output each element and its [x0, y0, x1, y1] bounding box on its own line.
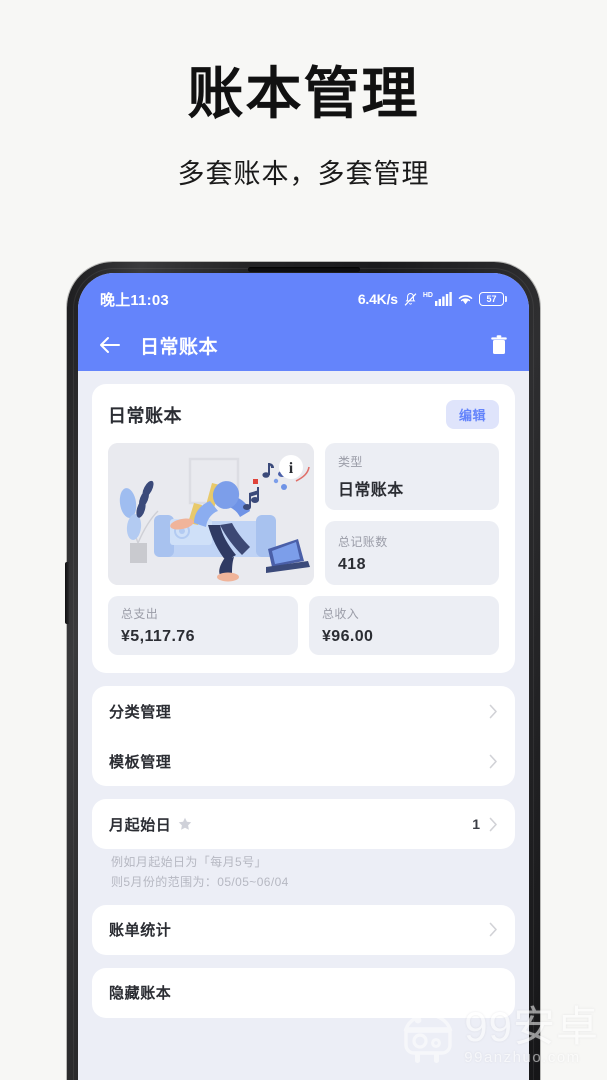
ledger-name: 日常账本	[108, 405, 182, 426]
ledger-totals-row: 总支出 ¥5,117.76 总收入 ¥96.00	[108, 596, 499, 655]
ledger-card-body: i 类型 日常账本 总记账数 418	[108, 443, 499, 585]
person-dancing-illustration: i	[108, 443, 314, 585]
trash-icon[interactable]	[489, 334, 509, 356]
phone-side-button[interactable]	[65, 562, 69, 624]
chevron-right-icon	[489, 704, 498, 719]
stat-value: ¥96.00	[322, 628, 374, 645]
menu-item-template-management[interactable]: 模板管理	[92, 736, 515, 786]
menu-item-label: 账单统计	[109, 922, 172, 940]
chevron-right-icon	[489, 922, 498, 937]
status-icons: 6.4K/s HD 57	[358, 291, 507, 307]
stat-value: 日常账本	[338, 482, 404, 499]
stat-value: ¥5,117.76	[121, 628, 195, 645]
menu-item-bill-statistics[interactable]: 账单统计	[92, 905, 515, 955]
status-time: 晚上11:03	[100, 291, 169, 309]
earpiece-speaker	[247, 267, 360, 272]
hint-line-1: 例如月起始日为「每月5号」	[111, 855, 267, 869]
phone-mockup: 晚上11:03 6.4K/s HD 57 日常账本 日常账本 编辑 i 类型 日…	[65, 262, 540, 1080]
ledger-summary-card: 日常账本 编辑 i 类型 日常账本 总记账数 418 总支出 ¥5,117.76…	[92, 384, 515, 673]
settings-content: 日常账本 编辑 i 类型 日常账本 总记账数 418 总支出 ¥5,117.76…	[78, 371, 529, 1080]
month-start-value: 1	[472, 816, 480, 832]
chevron-right-icon	[489, 817, 498, 832]
bell-muted-icon	[403, 292, 418, 307]
menu-item-label: 月起始日	[109, 816, 172, 834]
page-title: 账本管理	[187, 61, 420, 125]
stat-label: 类型	[338, 455, 363, 469]
edit-button[interactable]: 编辑	[445, 400, 499, 429]
menu-item-hide-ledger[interactable]: 隐藏账本	[92, 968, 515, 1018]
network-speed-label: 6.4K/s	[357, 291, 398, 307]
chevron-right-icon	[489, 754, 498, 769]
star-icon	[178, 817, 192, 831]
ledger-stats-column: 类型 日常账本 总记账数 418	[325, 443, 499, 585]
stat-type: 类型 日常账本	[325, 443, 499, 510]
stat-label: 总记账数	[338, 534, 388, 549]
menu-group-management: 分类管理 模板管理	[92, 686, 515, 786]
signal-bars-icon: HD	[423, 292, 452, 306]
stat-label: 总收入	[322, 607, 360, 621]
wifi-icon	[457, 292, 474, 306]
hint-line-2: 则5月份的范围为：05/05~06/04	[111, 874, 289, 889]
back-arrow-icon[interactable]	[98, 335, 122, 355]
stat-total-income: 总收入 ¥96.00	[309, 596, 499, 655]
page-subtitle: 多套账本，多套管理	[177, 159, 430, 190]
menu-group-hide-ledger: 隐藏账本	[92, 967, 515, 1018]
svg-text:i: i	[289, 460, 294, 477]
ledger-card-header: 日常账本 编辑	[108, 400, 499, 429]
battery-icon: 57	[479, 292, 507, 306]
stat-label: 总支出	[121, 607, 159, 621]
menu-item-category-management[interactable]: 分类管理	[92, 686, 515, 736]
phone-screen: 晚上11:03 6.4K/s HD 57 日常账本 日常账本 编辑 i 类型 日…	[78, 273, 529, 1080]
menu-item-label: 分类管理	[109, 703, 172, 721]
menu-item-label: 隐藏账本	[109, 985, 172, 1003]
stat-record-count: 总记账数 418	[325, 521, 499, 585]
menu-item-month-start-day[interactable]: 月起始日 1	[92, 799, 515, 849]
menu-group-statistics: 账单统计	[92, 904, 515, 955]
stat-value: 418	[338, 555, 366, 573]
month-start-hint: 例如月起始日为「每月5号」 则5月份的范围为：05/05~06/04	[92, 849, 515, 905]
menu-item-label: 模板管理	[109, 753, 172, 771]
hd-label: HD	[422, 292, 433, 299]
promo-header: 账本管理 多套账本，多套管理	[0, 0, 607, 262]
battery-level-label: 57	[486, 293, 497, 304]
app-bar: 日常账本	[78, 319, 529, 371]
stat-total-expense: 总支出 ¥5,117.76	[108, 596, 298, 655]
app-bar-title: 日常账本	[140, 336, 219, 358]
status-bar: 晚上11:03 6.4K/s HD 57	[78, 273, 529, 319]
menu-group-month-start: 月起始日 1	[92, 799, 515, 849]
